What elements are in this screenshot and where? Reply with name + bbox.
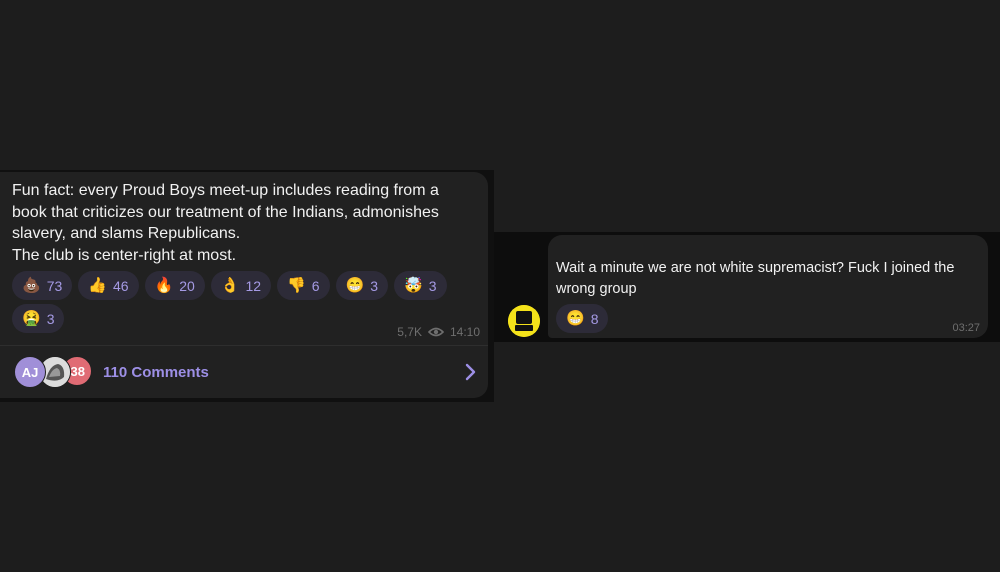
reaction-grin[interactable]: 😁 8 <box>556 304 609 333</box>
commenter-avatars: AJ 38 <box>14 356 94 388</box>
reaction-count: 20 <box>179 277 195 294</box>
mind-blown-emoji: 🤯 <box>404 277 423 294</box>
message-time: 03:27 <box>952 322 980 334</box>
reactions-bar: 😁 8 <box>556 304 609 333</box>
reaction-count: 73 <box>46 277 63 294</box>
reaction-ok-hand[interactable]: 👌 12 <box>210 271 272 300</box>
poop-emoji: 💩 <box>22 277 41 294</box>
reactions-bar: 💩 73 👍 46 🔥 20 👌 12 👎 6 😁 3 🤯 3 🤮 3 <box>12 271 482 333</box>
reaction-count: 3 <box>46 310 55 327</box>
message-text: Wait a minute we are not white supremaci… <box>556 258 976 300</box>
message-line: wrong group <box>556 281 637 297</box>
reaction-thumbs-down[interactable]: 👎 6 <box>277 271 330 300</box>
avatar: AJ <box>14 356 46 388</box>
post-meta: 5,7K 14:10 <box>397 325 480 339</box>
reaction-poop[interactable]: 💩 73 <box>12 271 73 300</box>
comments-button[interactable]: AJ 38 110 Comments <box>0 346 488 398</box>
reaction-count: 3 <box>428 277 437 294</box>
view-count: 5,7K <box>397 325 422 339</box>
reaction-count: 8 <box>590 310 599 327</box>
reaction-grin[interactable]: 😁 3 <box>335 271 389 300</box>
grin-emoji: 😁 <box>345 277 365 294</box>
pb-logo-avatar[interactable] <box>508 305 540 337</box>
eye-icon <box>427 327 444 337</box>
fire-emoji: 🔥 <box>154 277 174 294</box>
message-line: book that criticizes our treatment of th… <box>12 203 439 221</box>
reaction-count: 6 <box>311 277 320 294</box>
message-bubble: Fun fact: every Proud Boys meet-up inclu… <box>0 172 488 398</box>
grin-emoji: 😁 <box>566 310 585 327</box>
channel-post-panel: Fun fact: every Proud Boys meet-up inclu… <box>0 170 494 402</box>
reaction-fire[interactable]: 🔥 20 <box>144 271 205 300</box>
chat-message-panel: Wait a minute we are not white supremaci… <box>494 232 1000 342</box>
message-line: Fun fact: every Proud Boys meet-up inclu… <box>12 182 439 199</box>
vomit-emoji: 🤮 <box>22 310 41 327</box>
reaction-vomit[interactable]: 🤮 3 <box>12 304 65 333</box>
message-bubble: Wait a minute we are not white supremaci… <box>548 235 988 338</box>
pb-logo-icon <box>508 305 540 337</box>
reaction-count: 46 <box>112 277 129 294</box>
reaction-count: 12 <box>245 277 262 294</box>
chevron-right-icon <box>465 363 476 381</box>
message-line: Wait a minute we are not white supremaci… <box>556 260 955 276</box>
comments-label: 110 Comments <box>103 363 209 381</box>
message-text: Fun fact: every Proud Boys meet-up inclu… <box>12 180 482 266</box>
reaction-count: 3 <box>370 277 379 294</box>
post-time: 14:10 <box>449 325 480 339</box>
thumbs-down-emoji: 👎 <box>287 277 306 294</box>
message-line: slavery, and slams Republicans. <box>12 225 241 242</box>
thumbs-up-emoji: 👍 <box>88 277 107 294</box>
reaction-mind-blown[interactable]: 🤯 3 <box>394 271 447 300</box>
message-line: The club is center-right at most. <box>12 246 237 264</box>
reaction-thumbs-up[interactable]: 👍 46 <box>78 271 139 300</box>
ok-hand-emoji: 👌 <box>220 277 240 294</box>
